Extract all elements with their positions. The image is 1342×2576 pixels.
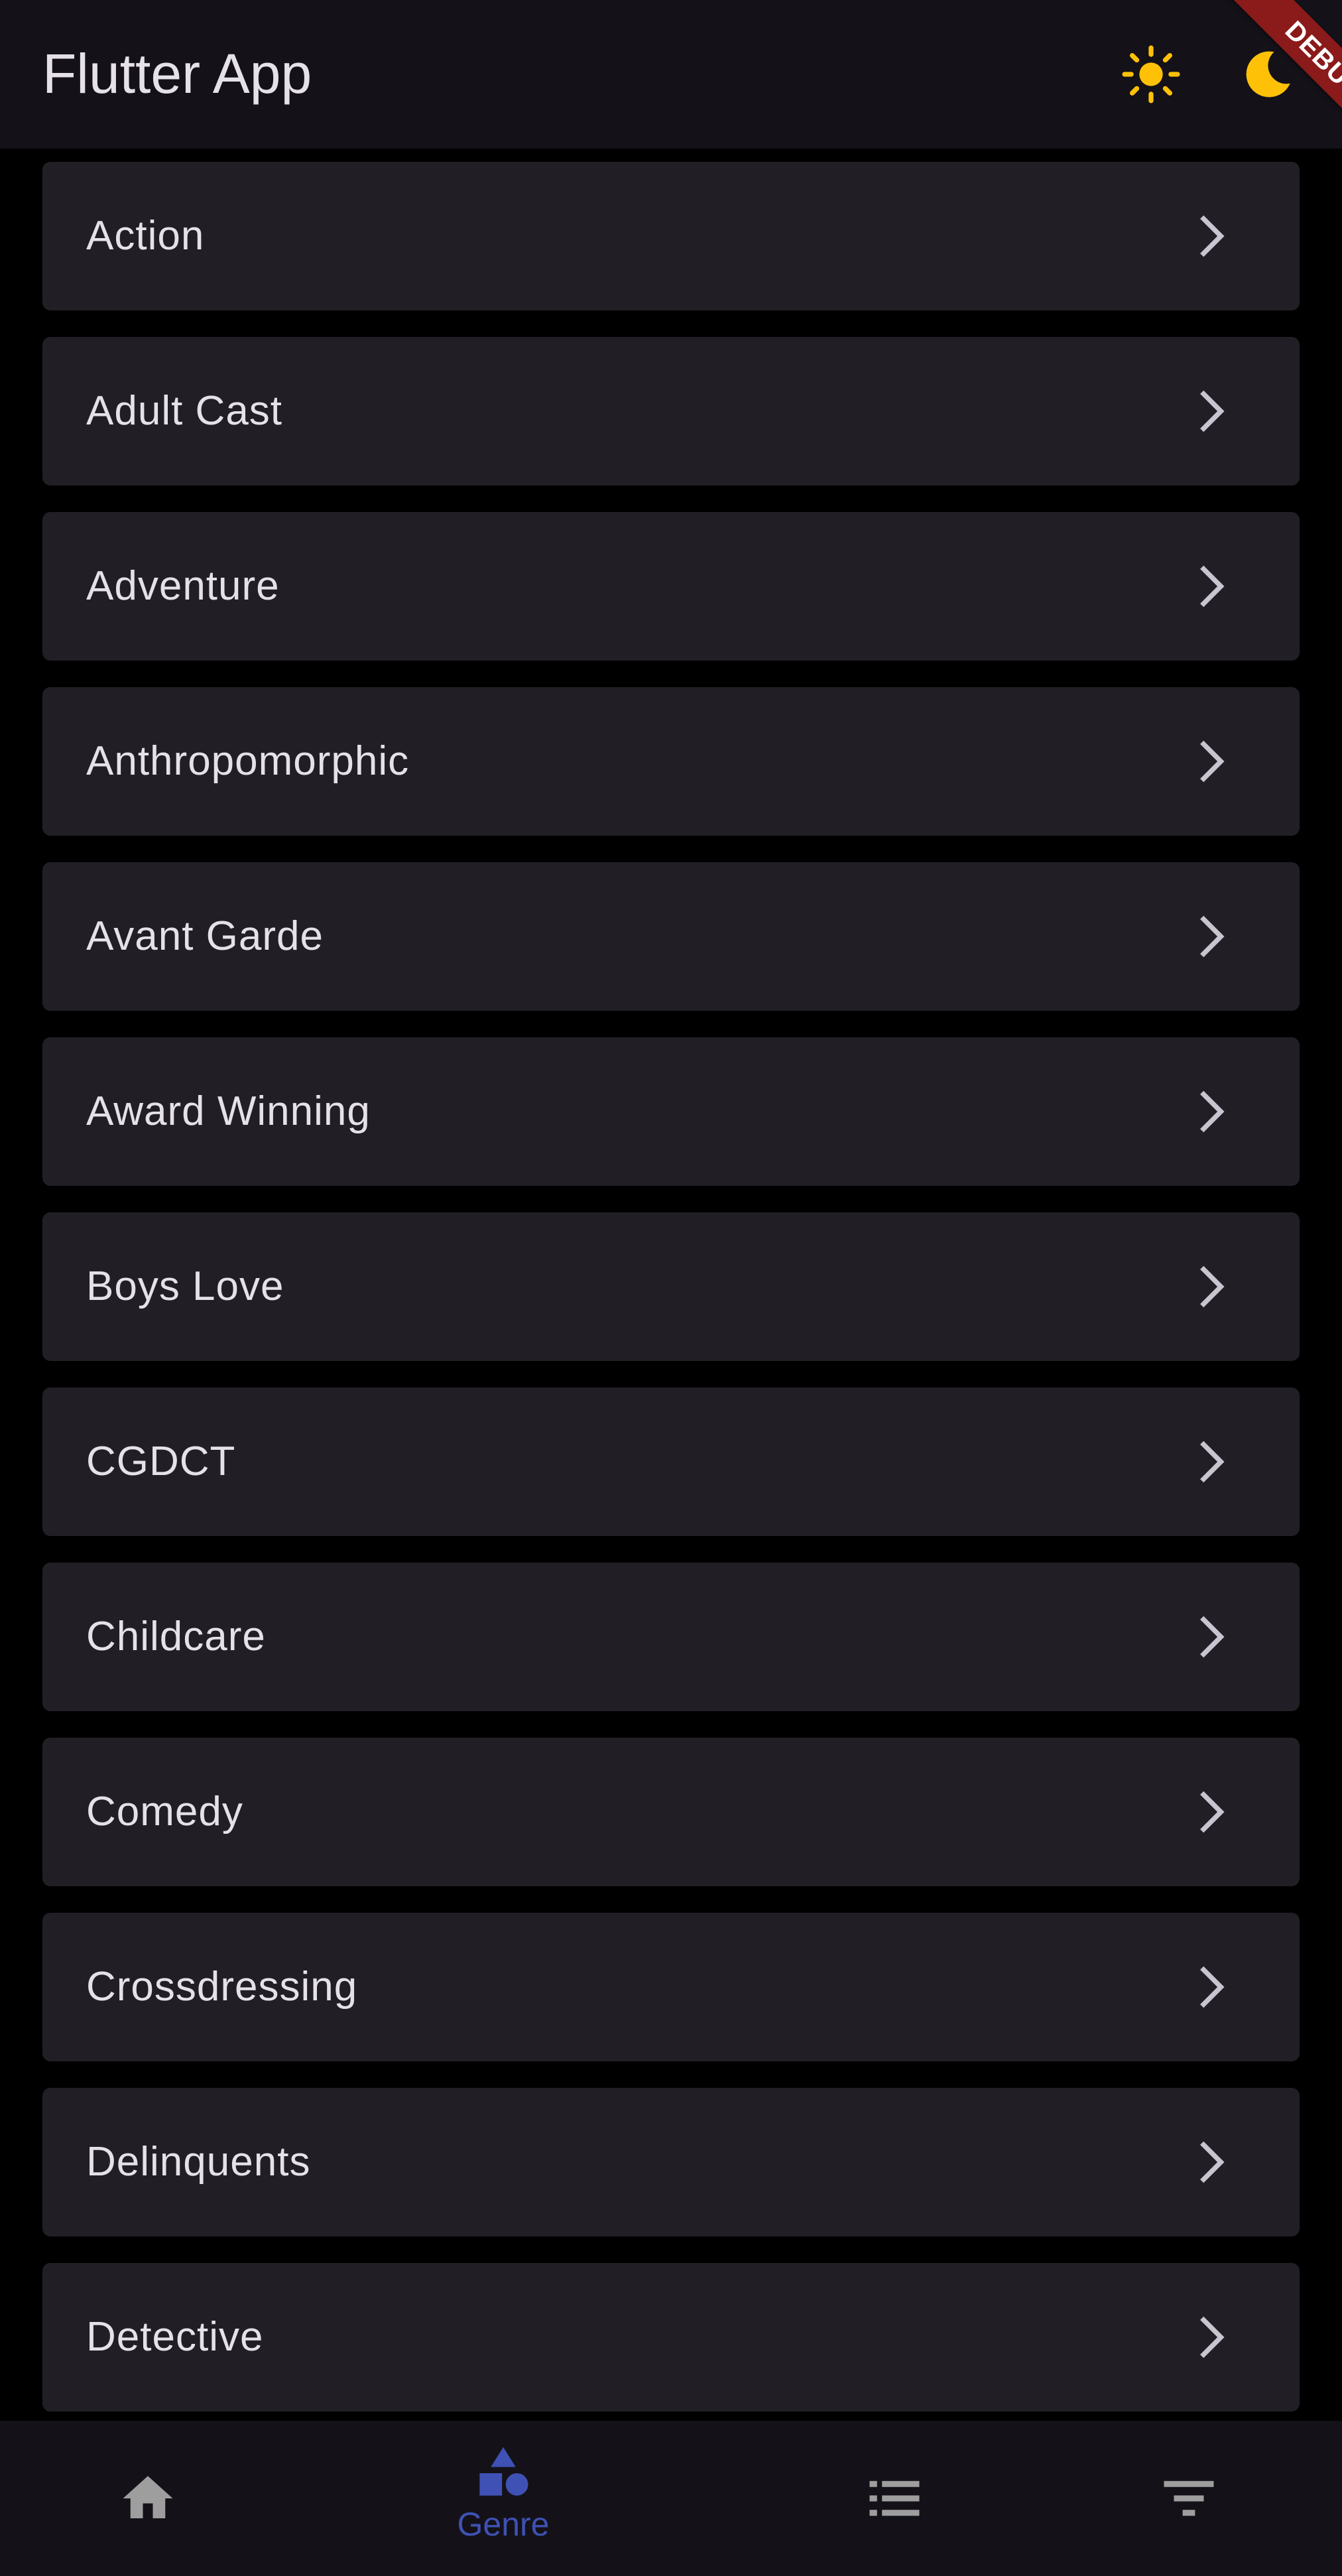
shapes-icon xyxy=(479,2447,528,2496)
genre-card-crossdressing[interactable]: Crossdressing xyxy=(42,1913,1300,2061)
chevron-right-icon xyxy=(1200,740,1225,783)
genre-card-avant-garde[interactable]: Avant Garde xyxy=(42,862,1300,1011)
genre-card-cgdct[interactable]: CGDCT xyxy=(42,1387,1300,1536)
nav-item-filter[interactable] xyxy=(1006,2421,1342,2576)
genre-card-anthropomorphic[interactable]: Anthropomorphic xyxy=(42,687,1300,836)
home-icon xyxy=(123,2476,173,2518)
chevron-right-icon xyxy=(1200,2141,1225,2183)
genre-label: Boys Love xyxy=(86,1263,284,1309)
nav-item-list[interactable] xyxy=(671,2421,1006,2576)
chevron-right-icon xyxy=(1200,1791,1225,1833)
genre-label: Crossdressing xyxy=(86,1964,358,2010)
app-bar: Flutter App DEBUG xyxy=(0,0,1342,172)
genre-label: Adventure xyxy=(86,563,280,609)
sun-icon[interactable] xyxy=(1121,44,1182,105)
bottom-navigation-bar: Genre xyxy=(0,2421,1342,2576)
genre-card-detective[interactable]: Detective xyxy=(42,2263,1300,2412)
chevron-right-icon xyxy=(1200,390,1225,432)
genre-card-adventure[interactable]: Adventure xyxy=(42,512,1300,661)
genre-label: Anthropomorphic xyxy=(86,738,410,784)
chevron-right-icon xyxy=(1200,2316,1225,2358)
nav-item-genre[interactable]: Genre xyxy=(336,2421,671,2576)
genre-card-comedy[interactable]: Comedy xyxy=(42,1738,1300,1886)
nav-item-home[interactable] xyxy=(0,2421,336,2576)
chevron-right-icon xyxy=(1200,1616,1225,1658)
genre-label: Delinquents xyxy=(86,2139,311,2185)
genre-label: Action xyxy=(86,213,205,259)
chevron-right-icon xyxy=(1200,215,1225,257)
genre-label: Adult Cast xyxy=(86,388,283,434)
genre-card-award-winning[interactable]: Award Winning xyxy=(42,1037,1300,1186)
genre-card-boys-love[interactable]: Boys Love xyxy=(42,1212,1300,1361)
genre-label: Award Winning xyxy=(86,1088,371,1134)
genre-card-action[interactable]: Action xyxy=(42,162,1300,310)
genre-label: Comedy xyxy=(86,1789,243,1835)
chevron-right-icon xyxy=(1200,1966,1225,2008)
moon-icon[interactable] xyxy=(1237,44,1298,105)
genre-card-adult-cast[interactable]: Adult Cast xyxy=(42,337,1300,485)
chevron-right-icon xyxy=(1200,1441,1225,1483)
chevron-right-icon xyxy=(1200,1090,1225,1133)
nav-label-genre: Genre xyxy=(457,2506,550,2543)
list-icon xyxy=(869,2480,920,2516)
genre-label: Childcare xyxy=(86,1614,266,1659)
chevron-right-icon xyxy=(1200,1265,1225,1308)
genre-label: Avant Garde xyxy=(86,913,324,959)
chevron-right-icon xyxy=(1200,915,1225,958)
genre-label: CGDCT xyxy=(86,1439,236,1484)
filter-icon xyxy=(1164,2480,1214,2516)
chevron-right-icon xyxy=(1200,565,1225,608)
app-title: Flutter App xyxy=(42,42,312,105)
genre-card-childcare[interactable]: Childcare xyxy=(42,1563,1300,1711)
genre-label: Detective xyxy=(86,2314,264,2360)
genre-card-delinquents[interactable]: Delinquents xyxy=(42,2088,1300,2236)
genre-list[interactable]: Action Adult Cast Adventure Anthropomorp… xyxy=(0,0,1342,2421)
